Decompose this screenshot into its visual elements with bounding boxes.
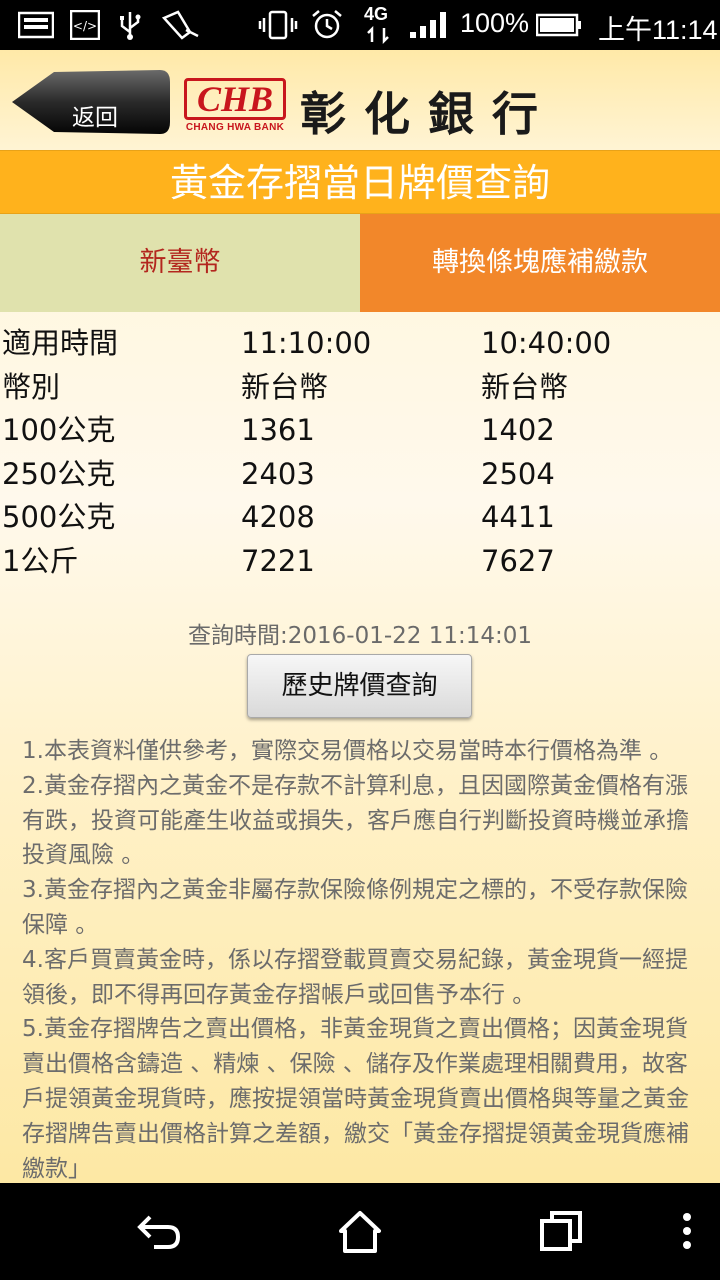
vibrate-icon — [258, 10, 298, 40]
table-cell: 新台幣 — [481, 369, 569, 404]
home-nav-icon[interactable] — [335, 1207, 385, 1257]
navigation-bar — [0, 1183, 720, 1280]
back-button[interactable]: 返回 — [10, 68, 172, 136]
table-row: 100公克 1361 1402 — [0, 409, 720, 453]
tab-conversion-label: 轉換條塊應補繳款 — [432, 247, 648, 278]
note-item: 3.黃金存摺內之黃金非屬存款保險條例規定之標的，不受存款保險保障 。 — [22, 877, 688, 938]
svg-text:</>: </> — [73, 19, 97, 33]
signal-icon — [410, 12, 446, 38]
table-row: 500公克 4208 4411 — [0, 496, 720, 540]
table-cell: 幣別 — [2, 369, 61, 404]
table-cell: 100公克 — [2, 413, 116, 447]
query-time: 查詢時間:2016-01-22 11:14:01 — [187, 623, 533, 649]
status-bar: </> 4G 100% 上午11:14 — [0, 0, 720, 50]
logo-english: CHANG HWA BANK — [185, 122, 285, 133]
back-label: 返回 — [72, 105, 118, 131]
table-cell: 7627 — [481, 543, 555, 578]
cleanup-icon — [161, 10, 199, 40]
data-arrows-icon — [367, 26, 389, 44]
title-bar: 黃金存摺當日牌價查詢 — [0, 150, 720, 214]
table-cell: 10:40:00 — [481, 326, 612, 360]
history-price-button[interactable]: 歷史牌價查詢 — [247, 654, 472, 718]
network-type: 4G — [364, 4, 389, 24]
menu-icon[interactable] — [672, 1207, 702, 1257]
price-table: 適用時間 11:10:00 10:40:00 幣別 新台幣 新台幣 100公克 … — [0, 322, 720, 583]
tab-twd[interactable]: 新臺幣 — [0, 214, 360, 312]
header: 返回 CHB CHANG HWA BANK 彰化銀行 — [0, 50, 720, 150]
note-item: 5.黃金存摺牌告之賣出價格，非黃金現貨之賣出價格；因黃金現貨賣出價格含鑄造 、精… — [22, 1016, 689, 1182]
logo-chb: CHB — [184, 78, 286, 120]
table-row: 幣別 新台幣 新台幣 — [0, 366, 720, 410]
table-cell: 11:10:00 — [241, 326, 372, 360]
table-cell: 500公克 — [2, 500, 116, 534]
gallery-icon — [18, 11, 54, 39]
app-screen: 返回 CHB CHANG HWA BANK 彰化銀行 黃金存摺當日牌價查詢 新臺… — [0, 50, 720, 1183]
bank-logo: CHB CHANG HWA BANK — [184, 78, 286, 136]
tab-twd-label: 新臺幣 — [139, 247, 221, 278]
note-item: 4.客戶買賣黃金時，係以存摺登載買賣交易紀錄，黃金現貨一經提領後，即不得再回存黃… — [22, 946, 688, 1008]
note-item: 2.黃金存摺內之黃金不是存款不計算利息，且因國際黃金價格有漲有跌，投資可能產生收… — [22, 772, 689, 869]
table-row: 適用時間 11:10:00 10:40:00 — [0, 322, 720, 366]
table-cell: 新台幣 — [241, 369, 329, 404]
currency-tabs: 新臺幣 轉換條塊應補繳款 — [0, 214, 720, 312]
table-cell: 250公克 — [2, 456, 116, 491]
bank-name: 彰化銀行 — [300, 87, 556, 141]
table-cell: 2403 — [241, 456, 315, 491]
back-nav-icon[interactable] — [134, 1207, 184, 1257]
recent-apps-icon[interactable] — [536, 1207, 586, 1257]
note-item: 1.本表資料僅供參考，實際交易價格以交易當時本行價格為準 。 — [22, 738, 673, 764]
disclaimer-notes: 1.本表資料僅供參考，實際交易價格以交易當時本行價格為準 。 2.黃金存摺內之黃… — [22, 734, 704, 1183]
alarm-icon — [312, 10, 342, 39]
code-icon: </> — [70, 10, 100, 40]
tab-conversion-payment[interactable]: 轉換條塊應補繳款 — [360, 214, 720, 312]
table-cell: 7221 — [241, 543, 315, 578]
table-cell: 1361 — [241, 413, 315, 447]
battery-icon — [536, 13, 581, 37]
table-cell: 1402 — [481, 413, 555, 447]
table-cell: 2504 — [481, 456, 555, 491]
battery-percent: 100% — [460, 8, 530, 38]
history-price-label: 歷史牌價查詢 — [281, 671, 438, 701]
table-row: 250公克 2403 2504 — [0, 453, 720, 497]
clock: 上午11:14 — [598, 15, 718, 45]
table-cell: 適用時間 — [2, 326, 119, 360]
page-title: 黃金存摺當日牌價查詢 — [169, 161, 550, 205]
table-cell: 4411 — [481, 500, 555, 534]
table-cell: 1公斤 — [2, 543, 79, 578]
table-cell: 4208 — [241, 500, 315, 534]
usb-icon — [120, 12, 141, 40]
table-row: 1公斤 7221 7627 — [0, 540, 720, 584]
